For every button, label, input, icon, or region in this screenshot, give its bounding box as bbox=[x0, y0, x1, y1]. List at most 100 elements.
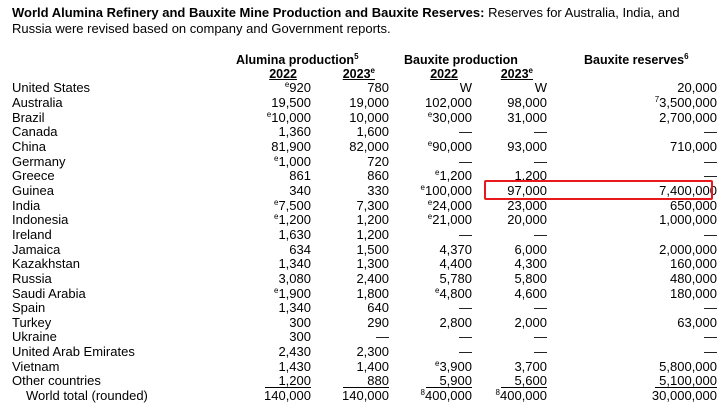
cell-bauxite-2023: W bbox=[534, 80, 547, 96]
cell-alumina-2023: — bbox=[376, 329, 389, 345]
cell-bauxite-2022: 5,900 bbox=[389, 374, 472, 389]
footnote-marker: e bbox=[435, 358, 440, 368]
cell-bauxite-2023: — bbox=[534, 329, 547, 345]
country-name: Ireland bbox=[12, 226, 52, 242]
table-row: Ukraine 300 — — — — bbox=[12, 330, 717, 345]
cell-bauxite-2022: 5,780 bbox=[439, 270, 472, 286]
cell-bauxite-2023: 6,000 bbox=[514, 241, 547, 257]
cell-bauxite-2023: — bbox=[534, 124, 547, 140]
cell-bauxite-2023: — bbox=[534, 344, 547, 360]
highlight-box bbox=[484, 180, 713, 200]
table-row: Spain 1,340 640 — — — bbox=[12, 301, 717, 316]
table-row: Other countries 1,200 880 5,900 5,600 5,100,0… bbox=[12, 374, 717, 389]
header-bauxite-reserves: Bauxite reserves6 bbox=[584, 52, 689, 68]
cell-alumina-2023: 7,300 bbox=[356, 197, 389, 213]
footnote-marker: 8 bbox=[495, 388, 500, 398]
footnote-marker: e bbox=[427, 109, 433, 119]
country-name: Germany bbox=[12, 153, 66, 169]
country-name: India bbox=[12, 197, 41, 213]
cell-bauxite-2022: e1,200 bbox=[435, 168, 472, 184]
table-row: United States e920 780 W W 20,000 bbox=[12, 81, 717, 96]
table-row: Russia 3,080 2,400 5,780 5,800 480,000 bbox=[12, 270, 717, 287]
cell-reserves: 73,500,000 bbox=[654, 94, 717, 110]
cell-bauxite-2023: 31,000 bbox=[507, 109, 547, 125]
cell-alumina-2023: 1,300 bbox=[356, 256, 389, 272]
table-row: Turkey 300 290 2,800 2,000 63,000 bbox=[12, 314, 717, 331]
table-row: United Arab Emirates 2,430 2,300 — — — bbox=[12, 345, 717, 360]
cell-alumina-2022: 3,080 bbox=[278, 270, 311, 286]
cell-alumina-2023: 290 bbox=[367, 314, 389, 330]
cell-bauxite-2022: — bbox=[459, 226, 472, 242]
cell-reserves: 710,000 bbox=[670, 138, 717, 154]
cell-reserves: 480,000 bbox=[670, 270, 717, 286]
table-row: Saudi Arabia e1,900 1,800 e4,800 4,600 180,00… bbox=[12, 286, 717, 301]
table-row: Germany e1,000 720 — — — bbox=[12, 154, 717, 169]
cell-bauxite-2023: 20,000 bbox=[507, 212, 547, 228]
footnote-marker: e bbox=[435, 285, 440, 295]
cell-bauxite-2022: — bbox=[459, 124, 472, 140]
cell-alumina-2023: 140,000 bbox=[342, 388, 389, 404]
cell-bauxite-2022: e100,000 bbox=[420, 182, 472, 198]
cell-bauxite-2022: — bbox=[459, 153, 472, 169]
cell-reserves: 5,800,000 bbox=[659, 358, 717, 374]
table-row: China 81,900 82,000 e90,000 93,000 710,000 bbox=[12, 138, 717, 155]
table-row: India e7,500 7,300 e24,000 23,000 650,000 bbox=[12, 198, 717, 213]
cell-reserves: 5,100,000 bbox=[547, 374, 717, 389]
country-name: Canada bbox=[12, 124, 58, 140]
cell-alumina-2022: 634 bbox=[289, 241, 311, 257]
cell-alumina-2022: e1,000 bbox=[274, 153, 311, 169]
cell-reserves: 1,000,000 bbox=[659, 212, 717, 228]
table-row: Ireland 1,630 1,200 — — — bbox=[12, 226, 717, 243]
cell-bauxite-2022: e30,000 bbox=[427, 109, 472, 125]
cell-reserves: 63,000 bbox=[677, 314, 717, 330]
cell-bauxite-2022: e24,000 bbox=[427, 197, 472, 213]
country-name: United States bbox=[12, 80, 91, 96]
year-alumina-2023: 2023e bbox=[342, 66, 375, 82]
table-title: World Alumina Refinery and Bauxite Mine … bbox=[12, 5, 680, 36]
country-name: Indonesia bbox=[12, 212, 69, 228]
cell-reserves: — bbox=[704, 344, 717, 360]
cell-reserves: 180,000 bbox=[670, 285, 717, 301]
cell-reserves: 20,000 bbox=[677, 80, 717, 96]
cell-alumina-2023: 1,200 bbox=[356, 212, 389, 228]
cell-reserves: 30,000,000 bbox=[651, 388, 717, 404]
cell-reserves: — bbox=[704, 153, 717, 169]
footnote-marker: e bbox=[274, 285, 279, 295]
cell-alumina-2022: 19,500 bbox=[271, 94, 311, 110]
cell-reserves: — bbox=[704, 124, 717, 140]
cell-alumina-2022: e10,000 bbox=[266, 109, 311, 125]
country-name: Turkey bbox=[12, 314, 52, 330]
country-name: Russia bbox=[12, 270, 52, 286]
footnote-marker: e bbox=[274, 197, 279, 207]
country-name: China bbox=[12, 138, 46, 154]
cell-bauxite-2022: 4,400 bbox=[439, 256, 472, 272]
cell-reserves: 650,000 bbox=[670, 197, 717, 213]
year-alumina-2022: 2022 bbox=[269, 67, 297, 81]
production-table: United States e920 780 W W 20,000 Australia 19,… bbox=[12, 81, 717, 403]
cell-alumina-2023: 1,600 bbox=[356, 124, 389, 140]
footnote-marker: e bbox=[284, 80, 290, 90]
cell-alumina-2022: 81,900 bbox=[271, 138, 311, 154]
table-row: Canada 1,360 1,600 — — — bbox=[12, 125, 717, 140]
table-row: Kazakhstan 1,340 1,300 4,400 4,300 160,000 bbox=[12, 257, 717, 272]
cell-bauxite-2022: 8400,000 bbox=[420, 388, 472, 404]
country-name: Australia bbox=[12, 94, 63, 110]
cell-alumina-2023: 82,000 bbox=[349, 138, 389, 154]
cell-bauxite-2023: 4,300 bbox=[514, 256, 547, 272]
cell-alumina-2022: 2,430 bbox=[278, 344, 311, 360]
cell-alumina-2023: 880 bbox=[311, 374, 389, 389]
cell-alumina-2023: 780 bbox=[367, 80, 389, 96]
footnote-marker: e bbox=[435, 168, 440, 178]
country-name: Brazil bbox=[12, 109, 45, 125]
cell-reserves: 160,000 bbox=[670, 256, 717, 272]
cell-alumina-2023: 1,400 bbox=[356, 358, 389, 374]
cell-alumina-2022: 1,430 bbox=[278, 358, 311, 374]
cell-alumina-2022: 1,340 bbox=[278, 256, 311, 272]
cell-reserves: — bbox=[704, 226, 717, 242]
country-name: Saudi Arabia bbox=[12, 285, 86, 301]
year-bauxite-2023: 2023e bbox=[500, 66, 533, 82]
cell-bauxite-2023: 8400,000 bbox=[495, 388, 547, 404]
cell-bauxite-2023: 5,800 bbox=[514, 270, 547, 286]
country-name: Vietnam bbox=[12, 358, 60, 374]
country-name: Other countries bbox=[12, 373, 101, 389]
